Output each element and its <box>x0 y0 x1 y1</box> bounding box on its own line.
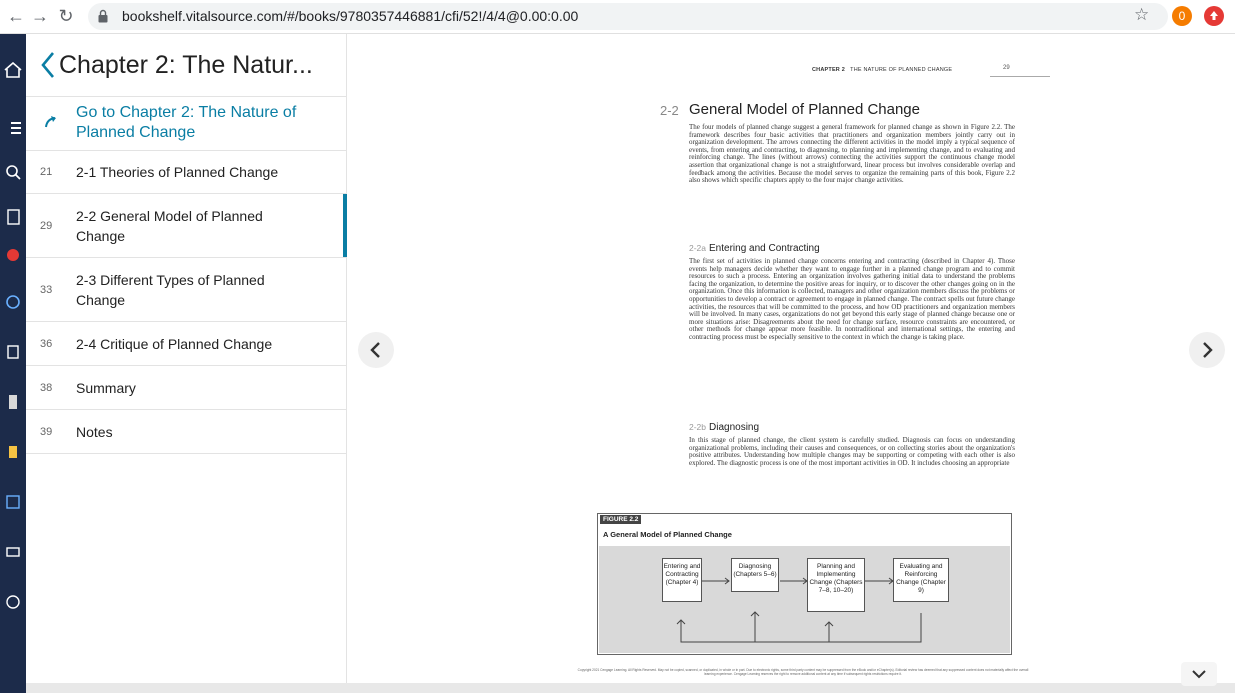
running-head-rule <box>990 76 1050 77</box>
toc-item[interactable]: 36 2-4 Critique of Planned Change <box>26 322 346 366</box>
figure-label: FIGURE 2.2 <box>600 515 642 524</box>
extension-icon[interactable] <box>1204 6 1224 26</box>
toc-item[interactable]: 21 2-1 Theories of Planned Change <box>26 150 346 194</box>
figure-box: Diagnosing (Chapters 5–6) <box>731 558 779 592</box>
toc-page-number: 39 <box>40 426 53 438</box>
figure-title: A General Model of Planned Change <box>603 530 732 539</box>
go-to-chapter-link[interactable]: Go to Chapter 2: The Nature of Planned C… <box>26 96 346 151</box>
collapse-button[interactable] <box>1181 662 1217 686</box>
toc-sidebar: Chapter 2: The Natur... Go to Chapter 2:… <box>26 34 347 683</box>
settings-icon[interactable] <box>3 344 23 360</box>
chevron-right-icon <box>1203 342 1213 358</box>
back-arrow-icon[interactable]: ← <box>6 6 26 26</box>
toc-item-active[interactable]: 29 2-2 General Model of Planned Change <box>26 194 347 258</box>
bottom-scrollbar[interactable] <box>26 683 1235 693</box>
subsection-heading-a: 2-2a Entering and Contracting <box>689 243 820 254</box>
subsection-b-paragraph: In this stage of planned change, the cli… <box>689 436 1015 467</box>
toc-item-label: Summary <box>76 380 136 396</box>
notification-dot <box>7 249 19 261</box>
toc-item-label: Notes <box>76 424 113 440</box>
running-head-chapter: CHAPTER 2 <box>812 67 845 73</box>
toc-header: Chapter 2: The Natur... <box>26 34 346 97</box>
running-head: CHAPTER 2 THE NATURE OF PLANNED CHANGE <box>812 67 952 73</box>
previous-page-button[interactable] <box>358 332 394 368</box>
subsection-number: 2-2a <box>689 243 707 253</box>
figure-box: Entering and Contracting (Chapter 4) <box>662 558 702 602</box>
toc-page-number: 38 <box>40 382 53 394</box>
highlight-icon[interactable] <box>3 444 23 460</box>
intro-paragraph: The four models of planned change sugges… <box>689 123 1015 185</box>
share-icon[interactable] <box>3 294 23 310</box>
chevron-left-icon <box>370 342 380 358</box>
extension-badge[interactable]: 0 <box>1172 6 1192 26</box>
search-icon[interactable] <box>3 164 23 180</box>
toc-item-label: 2-2 General Model of Planned Change <box>76 208 263 244</box>
subsection-a-paragraph: The first set of activities in planned c… <box>689 257 1015 341</box>
url-text: bookshelf.vitalsource.com/#/books/978035… <box>122 8 579 24</box>
chapter-title[interactable]: Chapter 2: The Natur... <box>59 51 313 80</box>
reload-icon[interactable]: ↻ <box>56 6 76 26</box>
toc-page-number: 21 <box>40 166 53 178</box>
toc-item[interactable]: 39 Notes <box>26 410 346 454</box>
subsection-title: Diagnosing <box>709 422 760 433</box>
toc-item[interactable]: 33 2-3 Different Types of Planned Change <box>26 258 346 322</box>
forward-arrow-icon[interactable]: → <box>30 6 50 26</box>
subsection-title: Entering and Contracting <box>709 243 820 254</box>
figure-box: Evaluating and Reinforcing Change (Chapt… <box>893 558 949 602</box>
app-dock <box>0 34 26 693</box>
address-bar[interactable]: bookshelf.vitalsource.com/#/books/978035… <box>88 3 1168 30</box>
notes-icon[interactable] <box>3 209 23 225</box>
go-to-chapter-text: Go to Chapter 2: The Nature of Planned C… <box>76 104 297 141</box>
page-number: 29 <box>1003 65 1010 71</box>
print-icon[interactable] <box>3 544 23 560</box>
toc-item-label: 2-1 Theories of Planned Change <box>76 164 279 180</box>
lock-icon <box>98 9 108 23</box>
subsection-heading-b: 2-2b Diagnosing <box>689 422 759 433</box>
chevron-down-icon <box>1192 670 1206 679</box>
toc-item-label: 2-3 Different Types of Planned Change <box>76 272 265 308</box>
figure-diagram: Entering and Contracting (Chapter 4) Dia… <box>599 546 1010 653</box>
toc-item[interactable]: 38 Summary <box>26 366 346 410</box>
toc-page-number: 29 <box>40 220 53 232</box>
section-number: 2-2 <box>660 103 679 118</box>
subsection-number: 2-2b <box>689 422 707 432</box>
toc-page-number: 36 <box>40 338 53 350</box>
arrow-up-right-icon <box>45 116 56 128</box>
copyright-notice: Copyright 2021 Cengage Learning. All Rig… <box>577 668 1029 676</box>
menu-icon[interactable] <box>3 120 23 136</box>
chevron-left-icon[interactable] <box>39 50 57 80</box>
flashcards-icon[interactable] <box>3 494 23 510</box>
bookmark-star-icon[interactable]: ☆ <box>1134 5 1149 25</box>
home-icon[interactable] <box>3 62 23 78</box>
section-title: General Model of Planned Change <box>689 101 920 118</box>
toc-page-number: 33 <box>40 284 53 296</box>
toc-item-label: 2-4 Critique of Planned Change <box>76 336 273 352</box>
bookmarks-icon[interactable] <box>3 394 23 410</box>
help-icon[interactable] <box>3 594 23 610</box>
next-page-button[interactable] <box>1189 332 1225 368</box>
browser-toolbar: ← → ↻ bookshelf.vitalsource.com/#/books/… <box>0 0 1235 34</box>
figure-box: Planning and Implementing Change (Chapte… <box>807 558 865 612</box>
figure-2-2: FIGURE 2.2 A General Model of Planned Ch… <box>597 513 1012 655</box>
running-head-title: THE NATURE OF PLANNED CHANGE <box>850 67 953 73</box>
